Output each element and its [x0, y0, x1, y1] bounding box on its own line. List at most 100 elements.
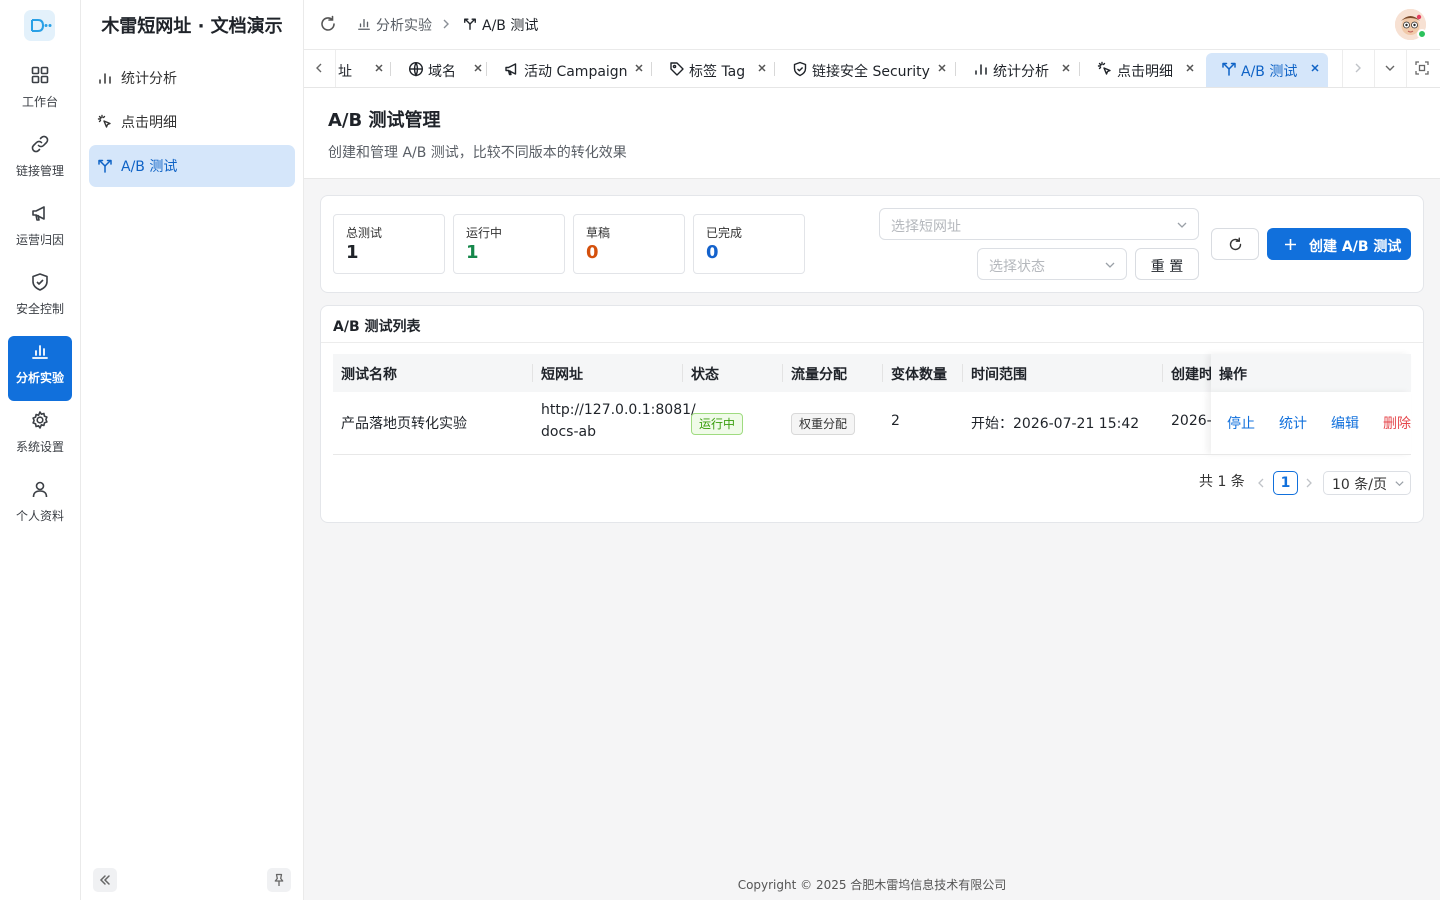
cell-short-url: http://127.0.0.1:8081/ docs-ab — [533, 392, 696, 454]
tab-divider — [1079, 62, 1080, 76]
stat-label: 草稿 — [586, 226, 611, 240]
column-header-label: 创建时 — [1171, 367, 1211, 383]
plus-icon — [1285, 239, 1296, 250]
chevron-left-icon — [316, 63, 322, 73]
close-icon[interactable] — [471, 61, 485, 75]
tab-statistics[interactable]: 统计分析 — [973, 53, 1079, 87]
megaphone-icon — [505, 63, 517, 76]
breadcrumb-item-ab-test: A/B 测试 — [482, 18, 539, 34]
column-header-status[interactable]: 状态 — [683, 354, 783, 392]
tab-tags[interactable]: 标签 Tag — [669, 53, 773, 87]
tab-label: 活动 Campaign — [524, 64, 628, 80]
chevron-right-icon[interactable] — [1304, 478, 1314, 488]
page-size-value: 10 条/页 — [1332, 477, 1387, 493]
rail-item-attribution[interactable]: 运营归因 — [8, 198, 72, 263]
chevron-down-icon — [1105, 262, 1115, 268]
tab-label: 点击明细 — [1117, 64, 1173, 80]
tabs-scroll-right-button[interactable] — [1342, 50, 1374, 87]
create-ab-test-button[interactable]: 创建 A/B 测试 — [1267, 228, 1411, 260]
tab-campaign[interactable]: 活动 Campaign — [504, 53, 649, 87]
column-header-label: 流量分配 — [791, 367, 847, 383]
rail-item-security[interactable]: 安全控制 — [8, 267, 72, 332]
bar-chart-icon — [975, 64, 987, 75]
sidebar-item-statistics[interactable]: 统计分析 — [89, 57, 295, 99]
tab-security[interactable]: 链接安全 Security — [792, 53, 950, 87]
page-number-current[interactable]: 1 — [1273, 471, 1298, 495]
close-icon[interactable] — [755, 61, 769, 75]
fullscreen-button[interactable] — [1406, 50, 1438, 87]
tab-divider — [955, 62, 956, 76]
refresh-list-button[interactable] — [1211, 228, 1259, 260]
time-range-text: 开始：2026-07-21 15:42 — [971, 416, 1140, 432]
tab-click-details[interactable]: 点击明细 — [1097, 53, 1205, 87]
chevron-left-icon[interactable] — [1256, 478, 1266, 488]
tabs-scroll-left-button[interactable] — [304, 50, 336, 87]
tab-bar: 址 域名 活动 Campaign 标签 Tag 链接安全 Security 统计… — [304, 50, 1440, 88]
status-select[interactable]: 选择状态 — [977, 248, 1127, 280]
chevron-right-icon — [1355, 63, 1361, 73]
tab-label: 址 — [338, 64, 352, 80]
status-badge: 运行中 — [691, 413, 744, 435]
stat-value: 1 — [466, 242, 479, 263]
tab-short-urls[interactable]: 址 — [338, 53, 388, 87]
pin-icon — [274, 873, 284, 886]
page-size-select[interactable]: 10 条/页 — [1323, 471, 1411, 495]
column-header-variants[interactable]: 变体数量 — [883, 354, 963, 392]
tab-label: 统计分析 — [993, 64, 1049, 80]
close-icon[interactable] — [1183, 61, 1197, 75]
close-icon[interactable] — [935, 61, 949, 75]
breadcrumb-item-analytics[interactable]: 分析实验 — [376, 15, 432, 35]
stats-button[interactable]: 统计 — [1279, 413, 1307, 433]
page-header: A/B 测试管理 创建和管理 A/B 测试，比较不同版本的转化效果 — [304, 88, 1440, 179]
close-icon[interactable] — [1059, 61, 1073, 75]
delete-button[interactable]: 删除 — [1383, 413, 1411, 433]
close-icon[interactable] — [632, 61, 646, 75]
cell-variants: 2 — [883, 392, 963, 454]
tab-ab-test[interactable]: A/B 测试 — [1206, 53, 1328, 87]
column-header-short-url[interactable]: 短网址 — [533, 354, 683, 392]
rail-item-profile[interactable]: 个人资料 — [8, 474, 72, 539]
column-header-traffic[interactable]: 流量分配 — [783, 354, 883, 392]
stop-button[interactable]: 停止 — [1227, 413, 1255, 433]
sidebar-item-clicks[interactable]: 点击明细 — [89, 101, 295, 143]
chevron-right-icon — [443, 19, 449, 29]
close-icon[interactable] — [372, 61, 386, 75]
rail-item-label: 安全控制 — [15, 302, 64, 316]
logo-icon[interactable] — [24, 10, 55, 41]
megaphone-icon — [32, 206, 45, 221]
stat-value: 0 — [706, 242, 719, 263]
icon-rail: 工作台 链接管理 运营归因 安全控制 分析实验 系统设置 个人资料 — [0, 0, 81, 900]
edit-button[interactable]: 编辑 — [1331, 413, 1359, 433]
stat-total: 总测试 1 — [333, 214, 445, 274]
tab-divider — [486, 62, 487, 76]
refresh-icon[interactable] — [319, 15, 337, 33]
column-header-name[interactable]: 测试名称 — [333, 354, 533, 392]
split-icon — [464, 18, 476, 30]
click-icon — [1097, 61, 1111, 75]
rail-item-links[interactable]: 链接管理 — [8, 129, 72, 194]
rail-item-workbench[interactable]: 工作台 — [8, 60, 72, 125]
column-header-created[interactable]: 创建时 — [1163, 354, 1211, 392]
tab-domains[interactable]: 域名 — [408, 53, 488, 87]
column-header-label: 状态 — [691, 367, 719, 383]
test-name: 产品落地页转化实验 — [341, 416, 467, 432]
chevron-down-icon — [1385, 65, 1395, 71]
rail-item-label: 运营归因 — [15, 233, 64, 247]
short-url-line: docs-ab — [541, 424, 596, 440]
collapse-sidebar-button[interactable] — [93, 868, 117, 892]
pin-sidebar-button[interactable] — [267, 868, 291, 892]
rail-item-settings[interactable]: 系统设置 — [8, 405, 72, 470]
rail-item-analytics[interactable]: 分析实验 — [8, 336, 72, 401]
sidebar-item-ab-test[interactable]: A/B 测试 — [89, 145, 295, 187]
select-placeholder: 选择状态 — [989, 259, 1045, 275]
short-url-select[interactable]: 选择短网址 — [879, 208, 1199, 240]
user-icon — [32, 481, 48, 498]
close-icon[interactable] — [1308, 61, 1322, 75]
reset-button[interactable]: 重 置 — [1135, 248, 1199, 280]
column-header-time-range[interactable]: 时间范围 — [963, 354, 1163, 392]
tab-label: 标签 Tag — [689, 64, 746, 80]
cell-created: 2026- — [1163, 392, 1211, 454]
rail-item-label: 工作台 — [21, 95, 58, 109]
tabs-dropdown-button[interactable] — [1374, 50, 1406, 87]
cell-traffic: 权重分配 — [783, 392, 883, 454]
